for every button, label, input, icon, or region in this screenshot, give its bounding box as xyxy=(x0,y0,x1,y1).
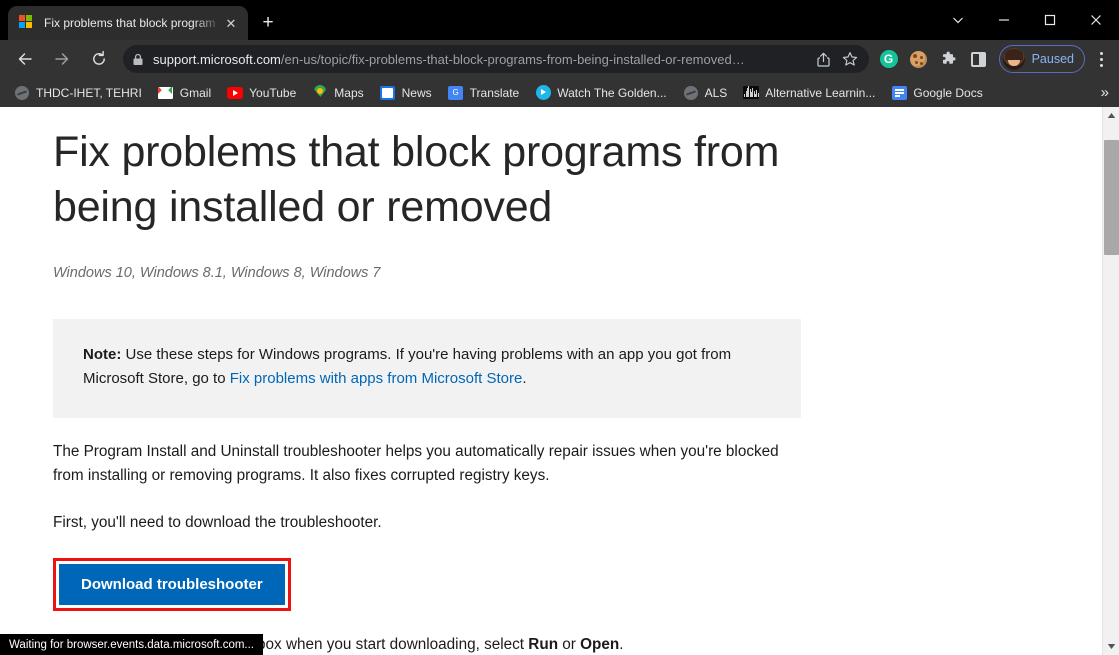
paragraph-first-step: First, you'll need to download the troub… xyxy=(53,514,382,532)
google-translate-favicon: G xyxy=(448,85,464,101)
note-callout: Note: Use these steps for Windows progra… xyxy=(53,319,801,418)
bookmark-label: Gmail xyxy=(179,85,212,100)
paragraph-intro: The Program Install and Uninstall troubl… xyxy=(53,442,779,485)
page-scrollbar[interactable] xyxy=(1102,107,1119,655)
globe-favicon xyxy=(14,85,30,101)
avatar xyxy=(1002,48,1025,70)
bookmark-als[interactable]: ALS xyxy=(677,82,736,104)
bookmark-label: Alternative Learnin... xyxy=(765,85,876,100)
url-domain: support.microsoft.com xyxy=(153,51,281,67)
youtube-favicon xyxy=(227,85,244,101)
bookmark-label: THDC-IHET, TEHRI xyxy=(36,85,142,100)
cookie-extension-icon[interactable] xyxy=(905,45,933,73)
bookmarks-bar: THDC-IHET, TEHRI Gmail YouTube Maps News… xyxy=(0,78,1119,107)
tab-title: Fix problems that block program xyxy=(44,16,216,30)
scrollbar-thumb[interactable] xyxy=(1104,140,1119,255)
star-icon[interactable] xyxy=(837,46,863,72)
side-panel-icon[interactable] xyxy=(965,45,993,73)
minimize-button[interactable] xyxy=(981,0,1027,40)
tab-strip: Fix problems that block program ✕ + xyxy=(0,0,1119,40)
bookmark-youtube[interactable]: YouTube xyxy=(221,82,304,104)
bookmark-news[interactable]: News xyxy=(374,82,440,104)
bookmarks-overflow-button[interactable]: » xyxy=(1101,84,1119,101)
bookmark-label: Watch The Golden... xyxy=(557,85,667,100)
bookmark-thdc-ihet[interactable]: THDC-IHET, TEHRI xyxy=(8,82,150,104)
microsoft-logo-icon xyxy=(19,15,35,31)
bookmark-label: YouTube xyxy=(249,85,297,100)
bookmark-label: ALS xyxy=(704,85,728,100)
play-favicon xyxy=(535,85,551,101)
note-body-after: . xyxy=(522,370,527,388)
bookmark-alternative-learning[interactable]: Alternative Learnin... xyxy=(737,82,883,104)
browser-toolbar: support.microsoft.com/en-us/topic/fix-pr… xyxy=(0,40,1119,78)
download-button-highlight: Download troubleshooter xyxy=(53,557,291,611)
p3-text-2: box when you start downloading, select xyxy=(252,635,529,653)
url-text: support.microsoft.com/en-us/topic/fix-pr… xyxy=(153,52,811,67)
bookmark-label: Google Docs xyxy=(913,85,983,100)
new-tab-button[interactable]: + xyxy=(255,11,281,37)
lock-icon xyxy=(123,53,153,66)
download-troubleshooter-button[interactable]: Download troubleshooter xyxy=(59,563,285,605)
google-maps-favicon xyxy=(312,85,328,101)
microsoft-store-link[interactable]: Fix problems with apps from Microsoft St… xyxy=(230,370,523,387)
three-dot-menu-icon[interactable] xyxy=(1087,44,1115,74)
close-window-button[interactable] xyxy=(1073,0,1119,40)
sync-paused-label: Paused xyxy=(1031,52,1074,66)
forward-arrow-icon[interactable] xyxy=(47,44,77,74)
scroll-up-icon[interactable] xyxy=(1103,107,1119,124)
bookmark-label: News xyxy=(401,85,432,100)
share-icon[interactable] xyxy=(811,46,837,72)
grammarly-glyph: G xyxy=(879,50,898,68)
status-bubble: Waiting for browser.events.data.microsof… xyxy=(0,634,263,655)
bookmark-watch-the-golden[interactable]: Watch The Golden... xyxy=(529,82,674,104)
note-lead: Note: xyxy=(83,346,122,364)
tab-search-button[interactable] xyxy=(935,0,981,40)
waveform-favicon xyxy=(743,85,760,101)
address-bar[interactable]: support.microsoft.com/en-us/topic/fix-pr… xyxy=(123,45,869,73)
globe-favicon xyxy=(683,85,699,101)
page-title: Fix problems that block programs from be… xyxy=(53,128,780,232)
browser-window: Fix problems that block program ✕ + supp… xyxy=(0,0,1119,655)
applies-to-versions: Windows 10, Windows 8.1, Windows 8, Wind… xyxy=(53,265,381,282)
window-controls xyxy=(935,0,1119,40)
gmail-favicon xyxy=(158,85,174,101)
bookmark-maps[interactable]: Maps xyxy=(306,82,371,104)
scroll-down-icon[interactable] xyxy=(1103,638,1119,655)
google-docs-favicon xyxy=(891,85,907,101)
bookmark-label: Translate xyxy=(469,85,520,100)
note-text: Note: Use these steps for Windows progra… xyxy=(83,343,771,392)
p3-text-4: . xyxy=(619,635,624,653)
url-path: /en-us/topic/fix-problems-that-block-pro… xyxy=(280,51,745,67)
grammarly-extension-icon[interactable]: G xyxy=(875,45,903,73)
p3-bold-open: Open xyxy=(580,635,620,653)
profile-button[interactable]: Paused xyxy=(998,45,1085,73)
maximize-button[interactable] xyxy=(1027,0,1073,40)
close-tab-icon[interactable]: ✕ xyxy=(222,14,240,32)
bookmark-translate[interactable]: G Translate xyxy=(442,82,528,104)
extensions-puzzle-icon[interactable] xyxy=(935,45,963,73)
p3-bold-run: Run xyxy=(528,635,559,653)
page-viewport: Fix problems that block programs from be… xyxy=(0,107,1119,655)
p3-text-3: or xyxy=(558,635,581,653)
bookmark-google-docs[interactable]: Google Docs xyxy=(885,82,990,104)
browser-tab[interactable]: Fix problems that block program ✕ xyxy=(8,6,248,40)
google-news-favicon xyxy=(380,85,396,101)
back-arrow-icon[interactable] xyxy=(10,44,40,74)
bookmark-label: Maps xyxy=(334,85,364,100)
article: Fix problems that block programs from be… xyxy=(0,107,1090,655)
bookmark-gmail[interactable]: Gmail xyxy=(152,82,219,104)
reload-icon[interactable] xyxy=(84,44,114,74)
